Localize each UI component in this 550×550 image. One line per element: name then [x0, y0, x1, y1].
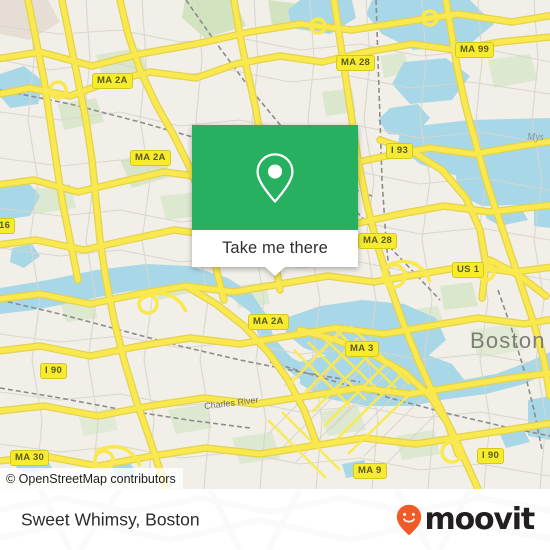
- highway-shield: MA 28: [358, 233, 398, 249]
- place-title: Sweet Whimsy, Boston: [21, 509, 200, 529]
- callout-pointer-arrow: [265, 267, 285, 276]
- highway-shield: MA 2A: [248, 314, 289, 330]
- callout-action-panel[interactable]: Take me there: [192, 230, 358, 276]
- highway-shield: I 93: [386, 143, 414, 159]
- highway-shield: I 90: [40, 363, 68, 379]
- highway-shield: I 90: [477, 448, 505, 464]
- moovit-place-card: MA 2A MA 28 MA 99 MA 2A I 93 16 MA 28 US 1 MA 2A…: [0, 0, 550, 550]
- place-callout-card[interactable]: Take me there: [192, 125, 358, 276]
- map-canvas[interactable]: MA 2A MA 28 MA 99 MA 2A I 93 16 MA 28 US 1 MA 2A…: [0, 0, 550, 489]
- osm-attribution[interactable]: © OpenStreetMap contributors: [0, 468, 183, 489]
- highway-shield: 16: [0, 218, 16, 234]
- moovit-smiley-pin-icon: [396, 504, 421, 535]
- highway-shield: MA 2A: [92, 73, 133, 89]
- map-pin-icon: [256, 152, 294, 203]
- take-me-there-label: Take me there: [222, 239, 328, 257]
- highway-shield: MA 30: [10, 450, 50, 466]
- highway-shield: MA 28: [336, 55, 376, 71]
- water-label: Mys: [527, 132, 544, 143]
- footer-bar: Sweet Whimsy, Boston moovit: [0, 489, 550, 550]
- highway-shield: MA 99: [455, 42, 495, 58]
- moovit-wordmark: moovit: [424, 501, 536, 537]
- highway-shield: MA 9: [353, 463, 387, 479]
- callout-icon-panel: [192, 125, 358, 230]
- highway-shield: MA 2A: [130, 150, 171, 166]
- highway-shield: US 1: [452, 262, 485, 278]
- highway-shield: MA 3: [345, 341, 379, 357]
- moovit-brand[interactable]: moovit: [396, 501, 536, 537]
- osm-attribution-text: © OpenStreetMap contributors: [6, 471, 176, 486]
- city-label: Boston: [470, 328, 546, 353]
